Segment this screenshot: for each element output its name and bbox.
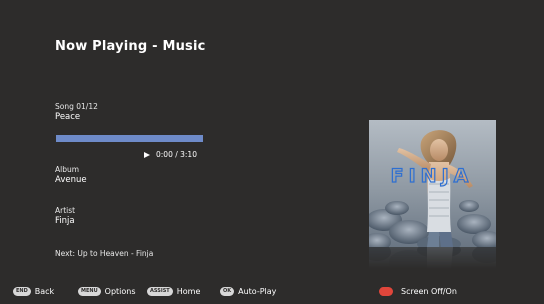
play-icon	[144, 151, 150, 158]
next-track: Next: Up to Heaven - Finja	[55, 249, 154, 258]
menu-key-icon: MENU	[78, 287, 101, 296]
back-button[interactable]: END Back	[13, 287, 54, 296]
home-label: Home	[176, 287, 201, 296]
options-label: Options	[104, 287, 136, 296]
screen: Now Playing - Music Song 01/12 Peace 0:0…	[0, 0, 544, 304]
playback-time: 0:00 / 3:10	[156, 150, 197, 159]
progress-bar[interactable]	[56, 135, 203, 142]
song-name: Peace	[55, 112, 81, 122]
back-label: Back	[34, 287, 55, 296]
screen-off-on-label: Screen Off/On	[401, 287, 457, 296]
options-button[interactable]: MENU Options	[78, 287, 136, 296]
auto-play-button[interactable]: OK Auto-Play	[220, 287, 276, 296]
album-name: Avenue	[55, 175, 87, 185]
artist-label: Artist	[55, 206, 76, 215]
footer-bar: END Back MENU Options ASSIST Home OK Aut…	[0, 287, 544, 299]
page-title: Now Playing - Music	[55, 39, 206, 54]
playback-status: 0:00 / 3:10	[144, 150, 197, 159]
auto-play-label: Auto-Play	[238, 287, 277, 296]
end-key-icon: END	[13, 287, 31, 296]
red-key-icon	[379, 287, 393, 296]
song-index-label: Song 01/12	[55, 102, 98, 111]
artist-name: Finja	[55, 216, 75, 226]
album-cover-illustration: FINJA	[369, 120, 496, 247]
home-button[interactable]: ASSIST Home	[147, 287, 200, 296]
album-cover-art: FINJA	[369, 120, 496, 247]
screen-off-on-button[interactable]: Screen Off/On	[379, 287, 457, 296]
album-cover-reflection	[369, 247, 496, 269]
progress-bar-fill	[56, 135, 203, 142]
ok-key-icon: OK	[220, 287, 235, 296]
cover-wordmark: FINJA	[391, 165, 474, 187]
assist-key-icon: ASSIST	[147, 287, 173, 296]
album-label: Album	[55, 165, 80, 174]
